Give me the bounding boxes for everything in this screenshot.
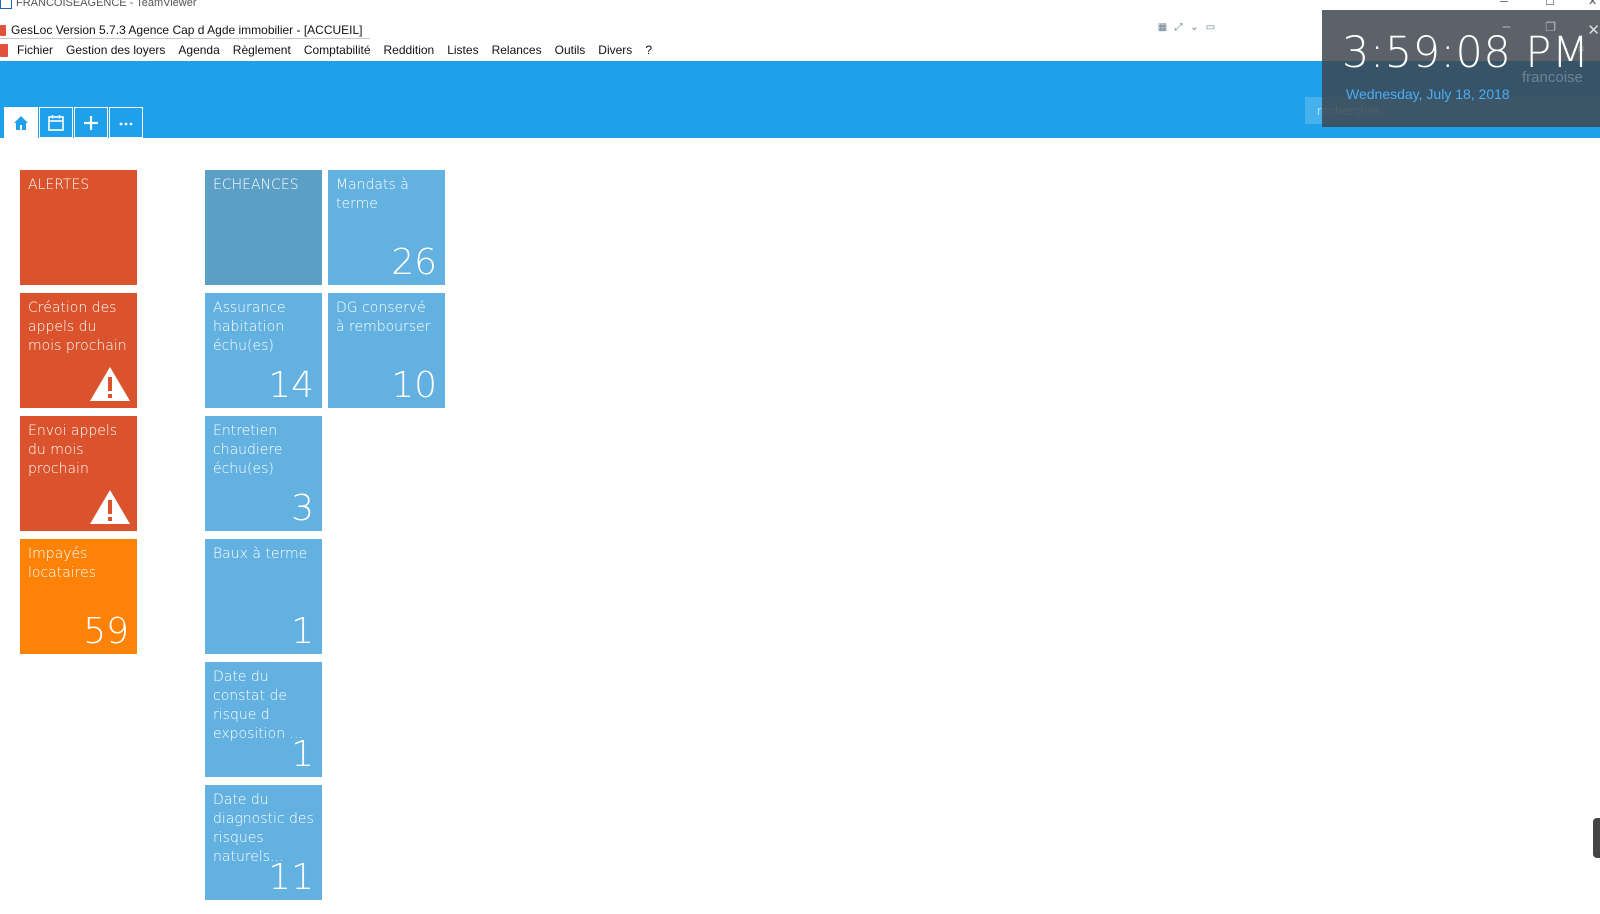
menu-app-icon bbox=[0, 44, 8, 57]
tile-diagnostic[interactable]: Date du diagnostic des risques naturels.… bbox=[205, 785, 322, 900]
tile-value: 14 bbox=[268, 365, 314, 406]
menu-item[interactable]: Listes bbox=[447, 41, 478, 60]
tile-label: ECHEANCES bbox=[213, 177, 299, 193]
menu-item[interactable]: Règlement bbox=[233, 41, 291, 60]
tile-creation-appels[interactable]: Création des appels du mois prochain bbox=[20, 293, 137, 408]
tile-value: 3 bbox=[291, 488, 314, 529]
tile-value: 1 bbox=[291, 611, 314, 652]
nav-add-button[interactable] bbox=[74, 107, 108, 138]
menu-item[interactable]: Comptabilité bbox=[304, 41, 371, 60]
tile-label: ALERTES bbox=[28, 177, 90, 193]
menu-item[interactable]: ? bbox=[645, 41, 652, 60]
calendar-icon bbox=[48, 114, 64, 131]
tile-constat-risque[interactable]: Date du constat de risque d exposition .… bbox=[205, 662, 322, 777]
warning-icon bbox=[90, 367, 130, 401]
close-icon[interactable]: ✕ bbox=[1588, 0, 1597, 8]
clock-overlay: ─ ❐ ✕ –▫ 3:59:08 PM francoise Wednesday,… bbox=[1322, 10, 1600, 127]
menu-items: Fichier Gestion des loyers Agenda Règlement… bbox=[17, 41, 665, 60]
menu-item[interactable]: Fichier bbox=[17, 41, 53, 60]
app-title: GesLoc Version 5.7.3 Agence Cap d Agde i… bbox=[11, 23, 363, 37]
tile-mandats[interactable]: Mandats à terme 26 bbox=[328, 170, 445, 285]
tile-value: 26 bbox=[391, 242, 437, 283]
tile-assurance[interactable]: Assurance habitation échu(es) 14 bbox=[205, 293, 322, 408]
app-titlebar: GesLoc Version 5.7.3 Agence Cap d Agde i… bbox=[0, 20, 1300, 40]
fullscreen-icon[interactable]: ⤢ bbox=[1172, 21, 1185, 34]
tile-value: 11 bbox=[268, 857, 314, 898]
teamviewer-title: FRANCOISEAGENCE - TeamViewer bbox=[16, 0, 197, 9]
tile-label: Envoi appels du mois prochain bbox=[28, 423, 118, 477]
menu-item[interactable]: Reddition bbox=[384, 41, 435, 60]
teamviewer-icon bbox=[0, 0, 12, 9]
tile-label: Impayés locataires bbox=[28, 546, 97, 581]
tile-baux[interactable]: Baux à terme 1 bbox=[205, 539, 322, 654]
teamviewer-titlebar: FRANCOISEAGENCE - TeamViewer ─ ☐ ✕ bbox=[0, 0, 1600, 10]
nav-home-button[interactable] bbox=[4, 107, 38, 138]
tile-value: 10 bbox=[391, 365, 437, 406]
clock-date: Wednesday, July 18, 2018 bbox=[1346, 86, 1510, 102]
menu-item[interactable]: Outils bbox=[555, 41, 586, 60]
tile-label: DG conservé à rembourser bbox=[336, 300, 431, 335]
menu-bar: Fichier Gestion des loyers Agenda Règlement… bbox=[0, 41, 1300, 60]
nav-calendar-button[interactable] bbox=[39, 107, 73, 138]
tile-label: Mandats à terme bbox=[336, 177, 409, 212]
remote-toolbar: ▦ ⤢ ⌄ ▭ bbox=[1156, 21, 1217, 37]
app-logo-icon bbox=[0, 25, 6, 36]
tile-label: Date du diagnostic des risques naturels.… bbox=[213, 792, 314, 865]
menu-item[interactable]: Gestion des loyers bbox=[66, 41, 165, 60]
nav-more-button[interactable] bbox=[109, 107, 143, 138]
tile-envoi-appels[interactable]: Envoi appels du mois prochain bbox=[20, 416, 137, 531]
menu-item[interactable]: Relances bbox=[492, 41, 542, 60]
tile-label: Création des appels du mois prochain bbox=[28, 300, 127, 354]
menu-item[interactable]: Divers bbox=[598, 41, 632, 60]
tile-dg-conserve[interactable]: DG conservé à rembourser 10 bbox=[328, 293, 445, 408]
tile-impayes[interactable]: Impayés locataires 59 bbox=[20, 539, 137, 654]
warning-icon bbox=[90, 490, 130, 524]
monitor-icon[interactable]: ▭ bbox=[1204, 21, 1217, 34]
more-icon bbox=[119, 122, 133, 125]
tile-value: 1 bbox=[291, 734, 314, 775]
tile-label: Baux à terme bbox=[213, 546, 308, 562]
home-icon bbox=[14, 115, 28, 130]
minimize-icon[interactable]: ─ bbox=[1500, 0, 1508, 8]
tile-alertes[interactable]: ALERTES bbox=[20, 170, 137, 285]
tile-echeances[interactable]: ECHEANCES bbox=[205, 170, 322, 285]
tile-entretien[interactable]: Entretien chaudiere échu(es) 3 bbox=[205, 416, 322, 531]
nav-buttons bbox=[4, 107, 143, 138]
plus-icon bbox=[84, 115, 98, 130]
tile-value: 59 bbox=[83, 611, 129, 652]
menu-item[interactable]: Agenda bbox=[178, 41, 219, 60]
titlebar-divider bbox=[0, 38, 370, 39]
maximize-icon[interactable]: ☐ bbox=[1545, 0, 1555, 8]
chevron-down-icon[interactable]: ⌄ bbox=[1188, 21, 1201, 34]
tile-label: Entretien chaudiere échu(es) bbox=[213, 423, 283, 477]
grid-icon[interactable]: ▦ bbox=[1156, 21, 1169, 34]
clock-user: francoise bbox=[1522, 69, 1583, 86]
tile-label: Assurance habitation échu(es) bbox=[213, 300, 286, 354]
side-panel-handle[interactable] bbox=[1593, 818, 1600, 858]
tile-label: Date du constat de risque d exposition .… bbox=[213, 669, 303, 742]
